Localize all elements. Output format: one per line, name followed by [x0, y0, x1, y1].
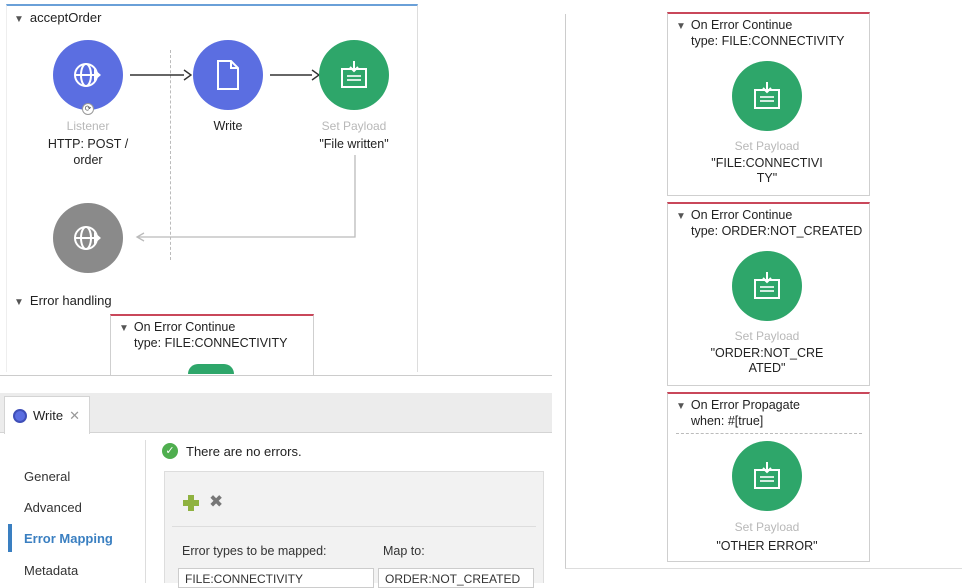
collapse-caret-icon[interactable]: ▼: [14, 297, 24, 308]
status-message: ✓ There are no errors.: [162, 443, 302, 459]
handler-condition: type: FILE:CONNECTIVITY: [691, 34, 845, 48]
mapping-panel: [164, 471, 544, 583]
set-payload-type-label: Set Payload: [734, 520, 800, 534]
listener-badge-icon: ⟳: [82, 103, 94, 115]
flow-title: acceptOrder: [29, 10, 102, 25]
set-payload-node[interactable]: [732, 441, 802, 511]
collapse-caret-icon[interactable]: ▼: [676, 211, 686, 222]
nav-advanced[interactable]: Advanced: [24, 500, 82, 515]
set-payload-node[interactable]: [732, 251, 802, 321]
handler-title: On Error Propagate: [690, 398, 800, 412]
write-node[interactable]: [193, 40, 263, 110]
http-globe-icon: [74, 63, 101, 87]
handler-header: ▼ On Error Continue type: FILE:CONNECTIVI…: [111, 316, 313, 351]
handler-header: ▼ On Error Propagate when: #[true]: [668, 394, 869, 429]
nav-active-indicator: [8, 524, 12, 552]
col-error-types: Error types to be mapped:: [182, 544, 327, 558]
col-map-to: Map to:: [383, 544, 425, 558]
set-payload-type-label: Set Payload: [734, 139, 800, 153]
handler-header: ▼ On Error Continue type: FILE:CONNECTIVI…: [668, 14, 869, 49]
handler-title: On Error Continue: [690, 208, 793, 222]
error-type-field[interactable]: FILE:CONNECTIVITY: [178, 568, 374, 588]
mapping-divider: [172, 526, 536, 527]
close-icon[interactable]: ✕: [69, 408, 80, 424]
set-payload-label: "File written": [319, 137, 389, 151]
return-path: [135, 155, 356, 242]
inline-set-payload-partial: [188, 364, 234, 374]
error-handling-title: Error handling: [29, 293, 112, 308]
tab-label: Write: [33, 408, 64, 423]
handler-header: ▼ On Error Continue type: ORDER:NOT_CREAT…: [668, 204, 869, 239]
nav-general[interactable]: General: [24, 469, 70, 484]
set-payload-type-label: Set Payload: [321, 119, 387, 133]
set-payload-label: "FILE:CONNECTIVI TY": [711, 156, 823, 185]
error-handling-header[interactable]: ▼ Error handling: [14, 293, 112, 308]
collapse-caret-icon[interactable]: ▼: [676, 401, 686, 412]
editor-tab[interactable]: Write ✕: [4, 396, 90, 434]
flow-header[interactable]: ▼ acceptOrder: [14, 10, 101, 25]
collapse-caret-icon[interactable]: ▼: [14, 14, 24, 25]
set-payload-icon: [754, 82, 780, 109]
handler-condition: when: #[true]: [691, 414, 764, 428]
check-icon: ✓: [162, 443, 178, 459]
handler-condition: type: FILE:CONNECTIVITY: [134, 336, 288, 350]
set-payload-type-label: Set Payload: [734, 329, 800, 343]
flow-arrow: [270, 69, 320, 81]
write-tab-icon: [13, 408, 27, 423]
set-payload-node[interactable]: [319, 40, 389, 110]
flow-arrow: [130, 69, 192, 81]
listener-type-label: Listener: [66, 119, 110, 133]
collapse-caret-icon[interactable]: ▼: [676, 21, 686, 32]
handler-condition: type: ORDER:NOT_CREATED: [691, 224, 863, 238]
set-payload-icon: [754, 272, 780, 299]
set-payload-icon: [341, 61, 367, 88]
file-icon: [217, 60, 239, 90]
status-text: There are no errors.: [186, 443, 302, 459]
write-label: Write: [213, 119, 243, 133]
http-globe-icon: [74, 226, 101, 250]
set-payload-label: "OTHER ERROR": [716, 539, 818, 553]
handler-divider: [676, 433, 862, 434]
add-mapping-icon[interactable]: [183, 495, 199, 511]
response-node[interactable]: [53, 203, 123, 273]
map-to-field[interactable]: ORDER:NOT_CREATED: [378, 568, 534, 588]
nav-metadata[interactable]: Metadata: [24, 563, 78, 578]
collapse-caret-icon[interactable]: ▼: [119, 323, 129, 334]
set-payload-icon: [754, 462, 780, 489]
remove-mapping-icon[interactable]: ✖: [209, 492, 223, 512]
nav-error-mapping[interactable]: Error Mapping: [24, 531, 113, 546]
handler-title: On Error Continue: [133, 320, 236, 334]
set-payload-node[interactable]: [732, 61, 802, 131]
listener-node[interactable]: [53, 40, 123, 110]
listener-label: HTTP: POST / order: [47, 137, 129, 167]
set-payload-label: "ORDER:NOT_CRE ATED": [710, 346, 824, 375]
handler-title: On Error Continue: [690, 18, 793, 32]
